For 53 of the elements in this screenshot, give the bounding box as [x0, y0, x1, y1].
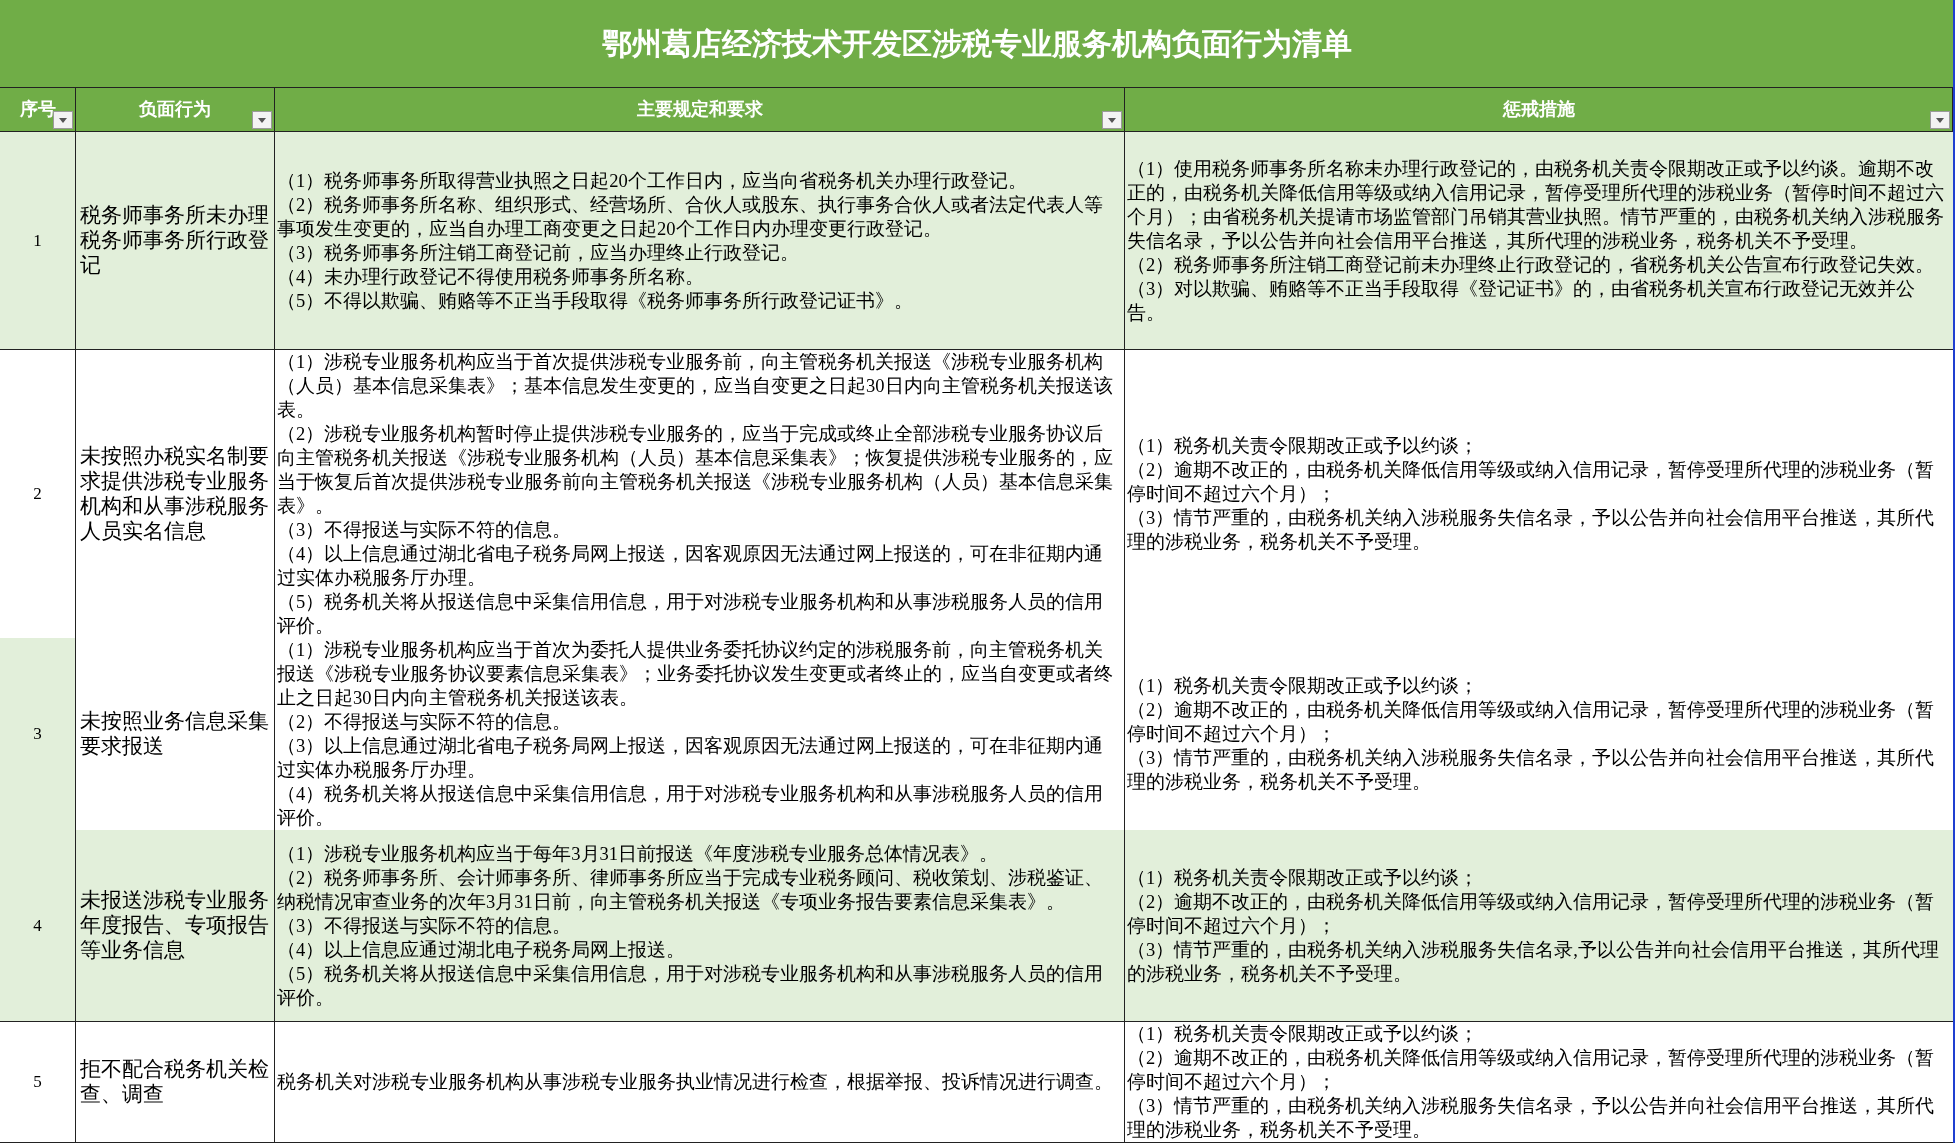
row-number: 2 — [33, 483, 42, 506]
requirement-text: （2）不得报送与实际不符的信息。 — [277, 711, 573, 734]
measure-text: （3）情节严重的，由税务机关纳入涉税服务失信名录，予以公告并向社会信用平台推送，其所代理的涉税业务，税务机关不予受理。 — [1127, 747, 1936, 794]
row-number: 3 — [33, 723, 42, 746]
requirement-text: 税务机关对涉税专业服务机构从事涉税专业服务执业情况进行检查，根据举报、投诉情况进行调查。 — [277, 1071, 1114, 1094]
row-number: 1 — [33, 229, 42, 252]
measure-text: （2）逾期不改正的，由税务机关降低信用等级或纳入信用记录，暂停受理所代理的涉税业务（暂停时间不超过六个月）； — [1127, 890, 1936, 938]
measure-text: （3）对以欺骗、贿赂等不正当手段取得《登记证书》的，由省税务机关宣布行政登记无效并公告。 — [1127, 277, 1917, 325]
column-header: 序号 — [19, 98, 56, 121]
requirement-text: （3）不得报送与实际不符的信息。 — [277, 519, 573, 542]
requirement-text: （3）税务师事务所注销工商登记前，应当办理终止行政登记。 — [277, 241, 801, 265]
row-number: 5 — [33, 1071, 42, 1094]
column-header: 惩戒措施 — [1502, 98, 1575, 121]
requirement-text: （4）以上信息通过湖北省电子税务局网上报送，因客观原因无法通过网上报送的，可在非征期内通过实体办税服务厅办理。 — [277, 543, 1105, 590]
measure-text: （1）税务机关责令限期改正或予以约谈； — [1127, 675, 1480, 698]
requirement-text: （1）税务师事务所取得营业执照之日起20个工作日内，应当向省税务机关办理行政登记。 — [277, 169, 1028, 193]
measure-text: （3）情节严重的，由税务机关纳入涉税服务失信名录，予以公告并向社会信用平台推送，其所代理的涉税业务，税务机关不予受理。 — [1127, 507, 1936, 554]
measure-text: （1）使用税务师事务所名称未办理行政登记的，由税务机关责令限期改正或予以约谈。逾期不改正的，由税务机关降低信用等级或纳入信用记录，暂停受理所代理的涉税业务（暂停时间不超过六个月）；由省税务机关提请市场监管部门吊销其营业执照。情节严重的，由税务机关纳入涉税服务失信名录，予以公告并向社会信用平台推送，其所代理的涉税业务，税务机关不予受理。 — [1127, 157, 1945, 253]
requirement-text: （4）税务机关将从报送信息中采集信用信息，用于对涉税专业服务机构和从事涉税服务人员的信用评价。 — [277, 783, 1105, 830]
requirement-text: （4）以上信息应通过湖北电子税务局网上报送。 — [277, 938, 687, 962]
filter-dropdown-icon[interactable] — [1102, 111, 1122, 129]
requirement-text: （2）税务师事务所、会计师事务所、律师事务所应当于完成专业税务顾问、税收策划、涉税鉴证、纳税情况审查业务的次年3月31日前，向主管税务机关报送《专项业务报告要素信息采集表》。 — [277, 866, 1105, 914]
behavior-text: 未按照业务信息采集要求报送 — [80, 709, 270, 759]
measure-text: （1）税务机关责令限期改正或予以约谈； — [1127, 1023, 1480, 1046]
requirement-text: （1）涉税专业服务机构应当于首次提供涉税专业服务前，向主管税务机关报送《涉税专业服务机构（人员）基本信息采集表》；基本信息发生变更的，应当自变更之日起30日内向主管税务机关报送该表。 — [277, 351, 1114, 422]
requirement-text: （1）涉税专业服务机构应当于首次为委托人提供业务委托协议约定的涉税服务前，向主管税务机关报送《涉税专业服务协议要素信息采集表》；业务委托协议发生变更或者终止的，应当自变更或者终止之日起30日内向主管税务机关报送该表。 — [277, 639, 1114, 710]
requirement-text: （5）税务机关将从报送信息中采集信用信息，用于对涉税专业服务机构和从事涉税服务人员的信用评价。 — [277, 962, 1105, 1010]
requirement-text: （2）涉税专业服务机构暂时停止提供涉税专业服务的，应当于完成或终止全部涉税专业服务协议后向主管税务机关报送《涉税专业服务机构（人员）基本信息采集表》；恢复提供涉税专业服务的，应当于恢复后首次提供涉税专业服务前向主管税务机关报送《涉税专业服务机构（人员）基本信息采集表》。 — [277, 423, 1114, 518]
measure-text: （1）税务机关责令限期改正或予以约谈； — [1127, 866, 1480, 890]
requirement-text: （3）以上信息通过湖北省电子税务局网上报送，因客观原因无法通过网上报送的，可在非征期内通过实体办税服务厅办理。 — [277, 735, 1105, 782]
column-header: 负面行为 — [139, 98, 211, 121]
requirement-text: （2）税务师事务所名称、组织形式、经营场所、合伙人或股东、执行事务合伙人或者法定代表人等事项发生变更的，应当自办理工商变更之日起20个工作日内办理变更行政登记。 — [277, 193, 1105, 241]
behavior-text: 税务师事务所未办理税务师事务所行政登记 — [80, 203, 270, 278]
column-header: 主要规定和要求 — [636, 98, 763, 121]
measure-text: （2）逾期不改正的，由税务机关降低信用等级或纳入信用记录，暂停受理所代理的涉税业务（暂停时间不超过六个月）； — [1127, 699, 1936, 746]
requirement-text: （4）未办理行政登记不得使用税务师事务所名称。 — [277, 265, 706, 289]
behavior-text: 未报送涉税专业服务年度报告、专项报告等业务信息 — [80, 888, 270, 963]
requirement-text: （5）税务机关将从报送信息中采集信用信息，用于对涉税专业服务机构和从事涉税服务人员的信用评价。 — [277, 591, 1105, 638]
measure-text: （2）税务师事务所注销工商登记前未办理终止行政登记的，省税务机关公告宣布行政登记失效。 — [1127, 253, 1936, 277]
requirement-text: （3）不得报送与实际不符的信息。 — [277, 914, 573, 938]
behavior-text: 未按照办税实名制要求提供涉税专业服务机构和从事涉税服务人员实名信息 — [80, 444, 270, 544]
measure-text: （1）税务机关责令限期改正或予以约谈； — [1127, 435, 1480, 458]
measure-text: （3）情节严重的，由税务机关纳入涉税服务失信名录,予以公告并向社会信用平台推送，其所代理的涉税业务，税务机关不予受理。 — [1127, 938, 1940, 986]
measure-text: （2）逾期不改正的，由税务机关降低信用等级或纳入信用记录，暂停受理所代理的涉税业务（暂停时间不超过六个月）； — [1127, 459, 1936, 506]
requirement-text: （5）不得以欺骗、贿赂等不正当手段取得《税务师事务所行政登记证书》。 — [277, 289, 915, 313]
behavior-text: 拒不配合税务机关检查、调查 — [80, 1057, 270, 1107]
measure-text: （2）逾期不改正的，由税务机关降低信用等级或纳入信用记录，暂停受理所代理的涉税业务（暂停时间不超过六个月）； — [1127, 1047, 1936, 1094]
sheet-title: 鄂州葛店经济技术开发区涉税专业服务机构负面行为清单 — [0, 0, 1953, 88]
filter-dropdown-icon[interactable] — [252, 111, 272, 129]
measure-text: （3）情节严重的，由税务机关纳入涉税服务失信名录，予以公告并向社会信用平台推送，其所代理的涉税业务，税务机关不予受理。 — [1127, 1095, 1936, 1142]
filter-dropdown-icon[interactable] — [1930, 111, 1950, 129]
row-number: 4 — [33, 914, 42, 937]
requirement-text: （1）涉税专业服务机构应当于每年3月31日前报送《年度涉税专业服务总体情况表》。 — [277, 842, 999, 866]
